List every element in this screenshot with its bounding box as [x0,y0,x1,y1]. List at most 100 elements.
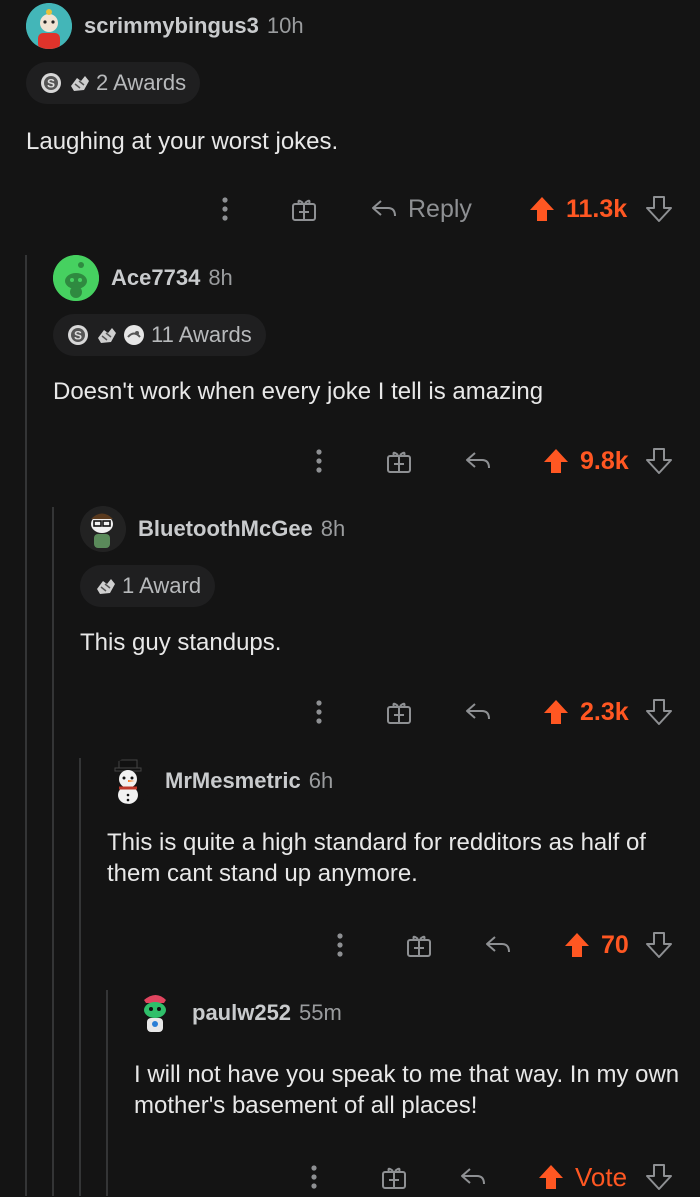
snowman-avatar-icon [114,759,142,804]
reply-label: Reply [408,194,472,223]
give-award-button[interactable] [380,1157,408,1197]
downvote-arrow-icon [646,196,672,222]
downvote-button[interactable] [645,189,673,229]
vote-score: 9.8k [580,446,629,475]
snoo-avatar-icon [26,3,72,49]
more-options-button[interactable] [330,925,350,965]
comment-header: paulw252 55m [134,987,700,1039]
gift-icon [382,1167,406,1189]
comment-ace7734: Ace7734 8h S 11 Awards Doesn't work when… [53,252,700,407]
reply-arrow-icon [461,1168,485,1185]
downvote-arrow-icon [646,1164,672,1190]
timestamp: 8h [320,516,346,541]
awards-count: 11 Awards [151,322,252,347]
gift-icon [387,702,411,724]
comment-header: scrimmybingus3 10h [26,0,700,52]
awards-count: 2 Awards [96,70,187,95]
give-award-button[interactable] [290,189,318,229]
svg-text:S: S [47,77,55,91]
snoo-avatar-icon [80,506,126,552]
reply-arrow-icon [466,703,490,720]
vote-score: 2.3k [580,697,629,726]
username[interactable]: scrimmybingus3 [84,13,259,39]
reply-button[interactable] [484,925,512,965]
username[interactable]: paulw252 [192,1000,291,1026]
upvote-button[interactable]: Vote [537,1157,627,1197]
timestamp: 55m [299,1000,342,1025]
upvote-button[interactable]: 70 [563,925,629,965]
comment-body: Doesn't work when every joke I tell is a… [53,378,544,405]
comment-header: MrMesmetric 6h [107,755,700,807]
comment-body: This is quite a high standard for reddit… [107,829,646,887]
upvote-arrow-icon [530,197,554,221]
svg-text:S: S [74,329,82,343]
reply-button[interactable] [464,692,492,732]
upvote-arrow-icon [539,1165,563,1189]
reply-button[interactable] [459,1157,487,1197]
more-vertical-icon [316,700,322,724]
comment-bluetoothmcgee: BluetoothMcGee 8h 1 Award This guy stand… [80,503,700,658]
timestamp: 6h [308,768,334,793]
downvote-button[interactable] [645,692,673,732]
username[interactable]: Ace7734 [111,265,200,291]
awards-pill[interactable]: S 11 Awards [53,314,266,356]
give-award-button[interactable] [405,925,433,965]
more-options-button[interactable] [304,1157,324,1197]
username[interactable]: MrMesmetric [165,768,301,794]
upvote-arrow-icon [565,933,589,957]
avatar[interactable] [80,506,126,552]
avatar[interactable] [53,255,99,301]
username[interactable]: BluetoothMcGee [138,516,313,542]
more-vertical-icon [311,1165,317,1189]
gift-icon [387,451,411,473]
comment-header: BluetoothMcGee 8h [80,503,700,555]
avatar[interactable] [26,3,72,49]
downvote-button[interactable] [645,925,673,965]
more-vertical-icon [337,933,343,957]
wholesome-hands-icon [94,575,116,597]
thread-line-level-2[interactable] [52,507,54,1196]
awards-pill[interactable]: 1 Award [80,565,216,607]
more-vertical-icon [222,197,228,221]
helpful-award-icon [123,324,145,346]
comment-header: Ace7734 8h [53,252,700,304]
downvote-arrow-icon [646,448,672,474]
awards-pill[interactable]: S 2 Awards [26,62,201,104]
upvote-button[interactable]: 11.3k [528,189,627,229]
comment-actions: Vote [0,1157,700,1197]
more-vertical-icon [316,449,322,473]
comment-paulw252: paulw252 55m I will not have you speak t… [134,987,700,1121]
comment-actions: 2.3k [0,692,700,732]
timestamp: 10h [266,13,304,38]
comment-actions: 70 [0,925,700,965]
more-options-button[interactable] [309,441,329,481]
wholesome-hands-icon [68,72,90,94]
vote-score: 70 [601,930,629,959]
give-award-button[interactable] [385,441,413,481]
reply-button[interactable]: Reply [370,189,472,229]
gift-icon [407,935,431,957]
give-award-button[interactable] [385,692,413,732]
more-options-button[interactable] [215,189,235,229]
reply-arrow-icon [372,200,396,217]
downvote-arrow-icon [646,699,672,725]
default-snoo-icon [53,255,99,301]
reply-button[interactable] [464,441,492,481]
downvote-button[interactable] [645,1157,673,1197]
avatar[interactable] [134,990,180,1036]
comment-body: Laughing at your worst jokes. [26,128,339,155]
comment-actions: 9.8k [0,441,700,481]
upvote-arrow-icon [544,449,568,473]
avatar[interactable] [107,758,153,804]
downvote-button[interactable] [645,441,673,481]
upvote-button[interactable]: 9.8k [542,441,629,481]
comment-body: I will not have you speak to me that way… [134,1061,680,1119]
vote-label: Vote [575,1161,628,1192]
snoo-avatar-icon [144,995,166,1032]
upvote-button[interactable]: 2.3k [542,692,629,732]
more-options-button[interactable] [309,692,329,732]
wholesome-hands-icon [95,324,117,346]
downvote-arrow-icon [646,932,672,958]
thread-line-level-3[interactable] [79,758,81,1196]
silver-award-icon: S [40,72,62,94]
